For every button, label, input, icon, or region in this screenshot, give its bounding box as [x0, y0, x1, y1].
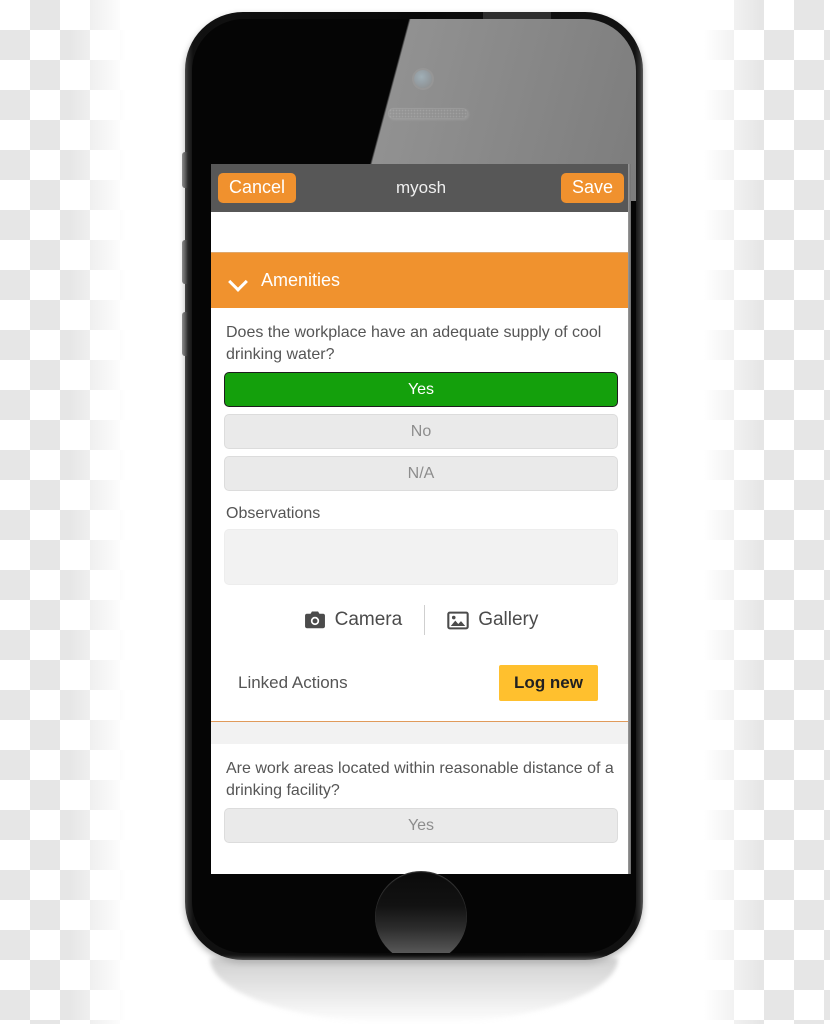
log-new-button[interactable]: Log new	[499, 665, 598, 702]
answer-option-yes[interactable]: Yes	[224, 372, 618, 408]
answer-option-no[interactable]: No	[224, 414, 618, 450]
gallery-button[interactable]: Gallery	[425, 609, 560, 631]
camera-icon	[304, 611, 326, 630]
gallery-icon	[447, 611, 469, 630]
volume-down-button[interactable]	[182, 312, 188, 356]
gallery-label: Gallery	[478, 609, 539, 631]
answer-option-yes[interactable]: Yes	[224, 808, 618, 844]
question-text: Does the workplace have an adequate supp…	[226, 324, 602, 364]
form-header-strip	[211, 212, 631, 253]
mute-switch-button[interactable]	[182, 152, 188, 188]
phone-glass-panel: Cancel myosh Save Amenities Does the wor…	[192, 19, 636, 953]
chevron-down-icon	[229, 272, 247, 290]
cancel-button[interactable]: Cancel	[218, 173, 297, 203]
volume-up-button[interactable]	[182, 240, 188, 284]
observations-label: Observations	[226, 505, 321, 523]
navigation-bar: Cancel myosh Save	[211, 164, 631, 212]
save-button[interactable]: Save	[560, 173, 624, 203]
section-header-amenities[interactable]: Amenities	[211, 253, 631, 308]
answer-option-na[interactable]: N/A	[224, 456, 618, 492]
question-block: Does the workplace have an adequate supp…	[211, 308, 631, 721]
question-block: Are work areas located within reasonable…	[211, 744, 631, 844]
phone-mockup: Cancel myosh Save Amenities Does the wor…	[182, 12, 643, 960]
scrollbar[interactable]	[628, 164, 631, 874]
front-camera-icon	[414, 70, 432, 88]
question-text: Are work areas located within reasonable…	[226, 760, 614, 800]
section-title-label: Amenities	[261, 270, 341, 290]
camera-label: Camera	[334, 609, 403, 631]
observations-input[interactable]	[224, 529, 618, 586]
camera-button[interactable]: Camera	[282, 609, 425, 631]
home-button[interactable]	[375, 871, 467, 953]
attachment-row: Camera Gallery	[224, 589, 618, 647]
linked-actions-label: Linked Actions	[238, 673, 348, 693]
transparency-checkerboard-right	[704, 0, 830, 1024]
linked-actions-row: Linked Actions Log new	[224, 647, 618, 721]
transparency-checkerboard-left	[0, 0, 126, 1024]
earpiece-speaker-icon	[388, 108, 468, 119]
app-screen: Cancel myosh Save Amenities Does the wor…	[211, 164, 631, 874]
question-spacer-band	[211, 722, 631, 745]
